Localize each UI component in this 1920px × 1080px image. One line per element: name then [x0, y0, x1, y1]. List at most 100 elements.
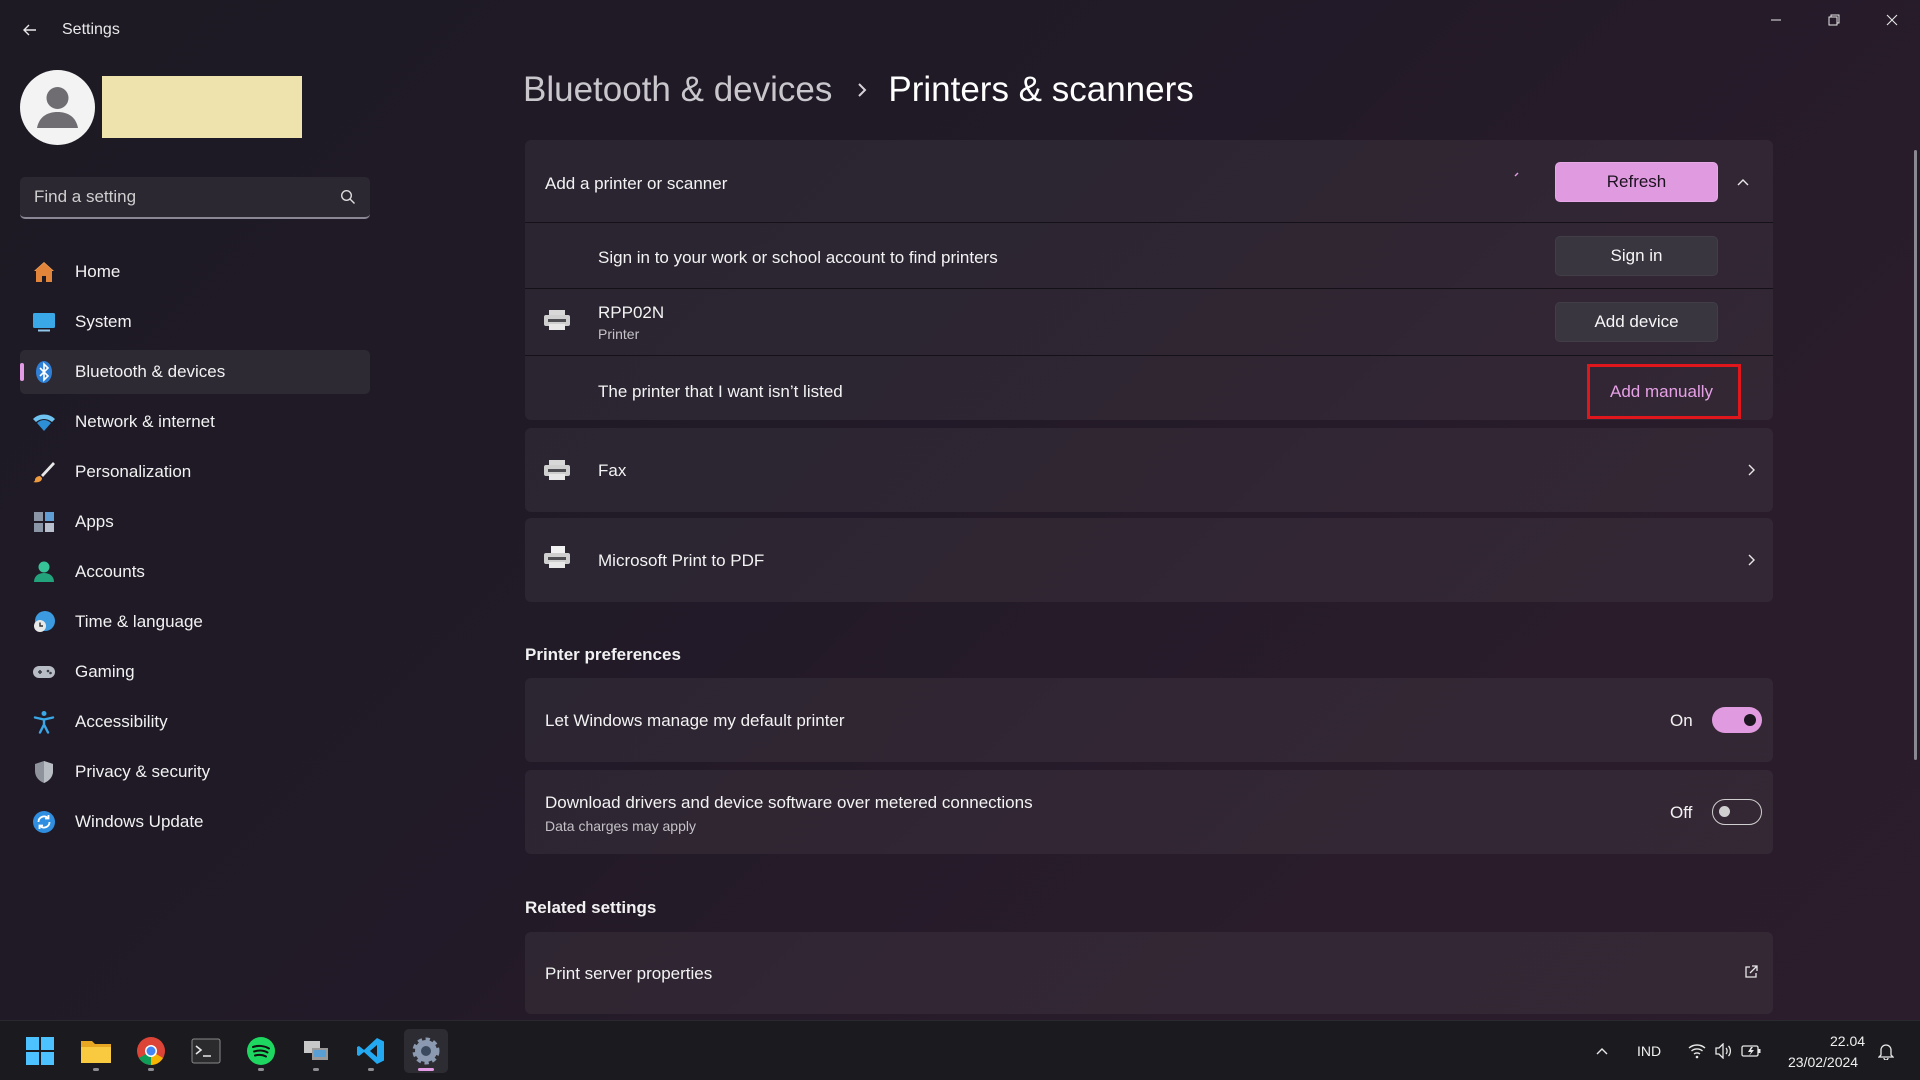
breadcrumb: Bluetooth & devices Printers & scanners — [523, 70, 1194, 110]
sidebar-item-label: Bluetooth & devices — [75, 362, 226, 381]
clock-time[interactable]: 22.04 — [1830, 1033, 1865, 1049]
metered-label: Download drivers and device software ove… — [545, 793, 1033, 812]
metered-toggle[interactable] — [1712, 799, 1762, 825]
pdf-printer-icon — [544, 546, 570, 568]
battery-button[interactable] — [1741, 1041, 1761, 1061]
back-button[interactable] — [16, 16, 44, 44]
start-icon — [26, 1037, 54, 1065]
close-button[interactable] — [1864, 0, 1920, 40]
minimize-button[interactable] — [1748, 0, 1804, 40]
wifi-icon — [33, 414, 55, 431]
chevron-right-icon — [1748, 464, 1755, 476]
volume-button[interactable] — [1714, 1041, 1734, 1061]
app-title: Settings — [62, 21, 120, 38]
default-printer-row: Let Windows manage my default printer On — [525, 678, 1773, 762]
running-indicator — [148, 1068, 154, 1071]
remote-desktop-icon — [304, 1041, 328, 1060]
refresh-button[interactable]: Refresh — [1555, 162, 1718, 202]
sidebar-item-time-language[interactable]: Time & language — [20, 600, 370, 644]
spotify-icon — [247, 1037, 275, 1065]
start-button[interactable] — [18, 1029, 62, 1073]
volume-icon — [1715, 1043, 1732, 1059]
sidebar-item-label: Windows Update — [75, 812, 204, 831]
highlight-box — [1587, 364, 1741, 419]
restore-button[interactable] — [1806, 0, 1862, 40]
bell-icon — [1878, 1044, 1894, 1060]
monitor-icon — [33, 313, 55, 332]
device-name: RPP02N — [598, 303, 665, 322]
bluetooth-icon — [36, 361, 52, 383]
running-indicator — [313, 1068, 319, 1071]
divider — [525, 288, 1773, 289]
sidebar-item-label: Home — [75, 262, 121, 281]
taskbar-vscode[interactable] — [349, 1029, 393, 1073]
device-type: Printer — [598, 326, 640, 342]
print-server-label: Print server properties — [545, 964, 713, 983]
sidebar-item-windows-update[interactable]: Windows Update — [20, 800, 370, 844]
chevron-up-icon[interactable] — [1735, 174, 1751, 190]
search-icon[interactable] — [340, 189, 356, 205]
sidebar-item-label: Time & language — [75, 612, 203, 631]
add-device-button[interactable]: Add device — [1555, 302, 1718, 342]
sidebar-item-personalization[interactable]: Personalization — [20, 450, 370, 494]
wifi-status-button[interactable] — [1687, 1041, 1707, 1061]
minimize-icon — [1771, 19, 1781, 21]
print-server-properties-row[interactable]: Print server properties — [525, 932, 1773, 1014]
sidebar-item-apps[interactable]: Apps — [20, 500, 370, 544]
paintbrush-icon — [33, 462, 55, 483]
taskbar: IND 22.04 23/02/2024 — [0, 1020, 1920, 1080]
taskbar-remote-desktop[interactable] — [294, 1029, 338, 1073]
taskbar-terminal[interactable] — [184, 1029, 228, 1073]
settings-icon — [412, 1037, 440, 1065]
sidebar-item-home[interactable]: Home — [20, 250, 370, 294]
scrollbar[interactable] — [1914, 150, 1917, 760]
running-indicator — [418, 1068, 434, 1071]
terminal-icon — [191, 1038, 221, 1064]
sign-in-button[interactable]: Sign in — [1555, 236, 1718, 276]
add-printer-title: Add a printer or scanner — [545, 174, 728, 193]
external-link-icon — [1745, 965, 1758, 978]
metered-connections-row: Download drivers and device software ove… — [525, 770, 1773, 854]
sidebar-item-label: Apps — [75, 512, 114, 531]
restore-icon — [1828, 14, 1840, 26]
avatar[interactable] — [20, 70, 95, 145]
taskbar-settings[interactable] — [404, 1029, 448, 1073]
apps-icon — [34, 512, 54, 532]
sidebar-item-gaming[interactable]: Gaming — [20, 650, 370, 694]
default-printer-toggle[interactable] — [1712, 707, 1762, 733]
printer-row-fax[interactable]: Fax — [525, 428, 1773, 512]
printer-row-pdf[interactable]: Microsoft Print to PDF — [525, 518, 1773, 602]
chrome-icon — [137, 1037, 165, 1065]
sidebar-item-label: Accessibility — [75, 712, 168, 731]
notifications-button[interactable] — [1876, 1041, 1896, 1061]
input-language[interactable]: IND — [1637, 1043, 1661, 1059]
taskbar-spotify[interactable] — [239, 1029, 283, 1073]
search-input[interactable] — [20, 177, 320, 217]
sidebar-item-label: System — [75, 312, 132, 331]
divider — [525, 222, 1773, 223]
page-title: Printers & scanners — [888, 70, 1194, 109]
signin-text: Sign in to your work or school account t… — [598, 248, 998, 267]
chevron-right-icon — [858, 83, 867, 97]
sidebar-nav: Home System Bluetooth & devices Network … — [20, 250, 370, 850]
sidebar-item-bluetooth-devices[interactable]: Bluetooth & devices — [20, 350, 370, 394]
running-indicator — [368, 1068, 374, 1071]
sidebar-item-label: Accounts — [75, 562, 145, 581]
printer-not-listed-text: The printer that I want isn’t listed — [598, 382, 843, 401]
sidebar-item-accounts[interactable]: Accounts — [20, 550, 370, 594]
sidebar-item-network[interactable]: Network & internet — [20, 400, 370, 444]
sidebar-item-privacy-security[interactable]: Privacy & security — [20, 750, 370, 794]
tray-overflow-button[interactable] — [1592, 1041, 1612, 1061]
globe-clock-icon — [34, 611, 55, 632]
chevron-up-icon — [1596, 1048, 1608, 1055]
sidebar-item-accessibility[interactable]: Accessibility — [20, 700, 370, 744]
user-icon — [37, 87, 78, 128]
taskbar-chrome[interactable] — [129, 1029, 173, 1073]
breadcrumb-parent[interactable]: Bluetooth & devices — [523, 70, 832, 110]
sidebar-item-system[interactable]: System — [20, 300, 370, 344]
taskbar-file-explorer[interactable] — [74, 1029, 118, 1073]
clock-date[interactable]: 23/02/2024 — [1788, 1054, 1858, 1070]
printer-preferences-heading: Printer preferences — [525, 645, 681, 664]
search-box[interactable] — [20, 177, 370, 219]
printer-name: Fax — [598, 461, 627, 480]
